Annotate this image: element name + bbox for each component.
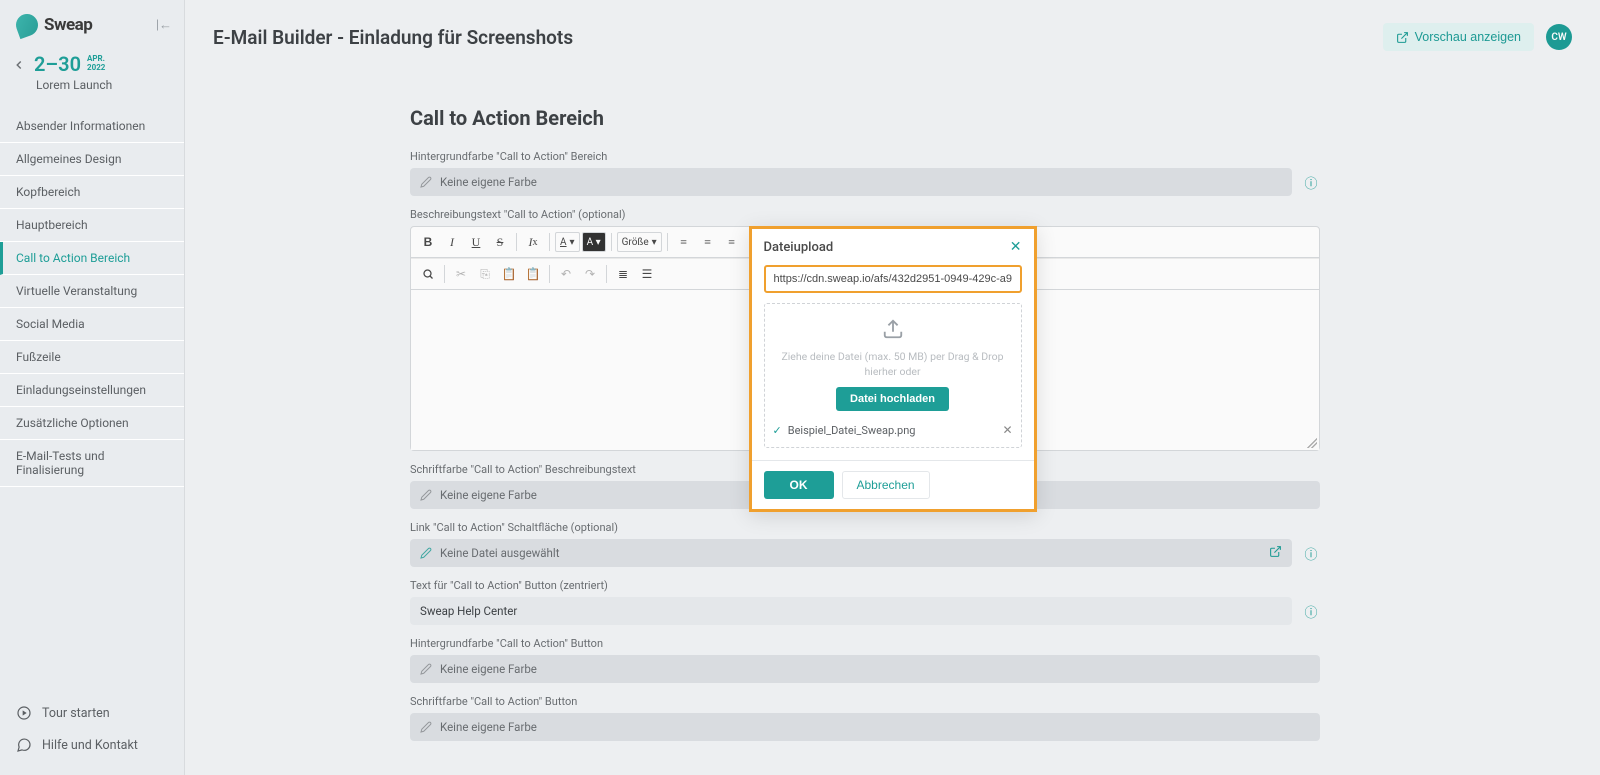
- nav-cta[interactable]: Call to Action Bereich: [0, 242, 184, 275]
- url-input[interactable]: [764, 265, 1022, 293]
- sidebar: Sweap |← 2–30 APR. 2022 Lorem Launch Abs…: [0, 0, 185, 775]
- tour-link[interactable]: Tour starten: [0, 697, 184, 729]
- nav-fusszeile[interactable]: Fußzeile: [0, 341, 184, 374]
- remove-file-button[interactable]: ✕: [1002, 423, 1012, 437]
- logo[interactable]: Sweap: [16, 14, 92, 36]
- event-year: 2022: [87, 64, 105, 73]
- logo-bar: Sweap |←: [0, 0, 184, 46]
- nav-absender[interactable]: Absender Informationen: [0, 110, 184, 143]
- logo-icon: [13, 11, 41, 39]
- nav-optionen[interactable]: Zusätzliche Optionen: [0, 407, 184, 440]
- dialog-close-button[interactable]: ✕: [1010, 239, 1022, 255]
- sidebar-collapse-icon[interactable]: |←: [156, 17, 172, 33]
- brand-name: Sweap: [44, 15, 92, 35]
- sidebar-nav: Absender Informationen Allgemeines Desig…: [0, 102, 184, 697]
- upload-icon: [773, 318, 1013, 344]
- uploaded-file-name: Beispiel_Datei_Sweap.png: [788, 424, 916, 437]
- upload-button[interactable]: Datei hochladen: [836, 387, 949, 411]
- back-button[interactable]: [12, 58, 26, 76]
- help-label: Hilfe und Kontakt: [42, 738, 138, 753]
- help-link[interactable]: Hilfe und Kontakt: [0, 729, 184, 761]
- nav-einladung[interactable]: Einladungseinstellungen: [0, 374, 184, 407]
- event-header: 2–30 APR. 2022 Lorem Launch: [0, 46, 184, 102]
- sidebar-footer: Tour starten Hilfe und Kontakt: [0, 697, 184, 775]
- event-name: Lorem Launch: [36, 78, 112, 92]
- check-icon: ✓: [773, 424, 782, 437]
- event-date-range: 2–30: [34, 52, 81, 76]
- nav-hauptbereich[interactable]: Hauptbereich: [0, 209, 184, 242]
- dropzone-text: Ziehe deine Datei (max. 50 MB) per Drag …: [773, 350, 1013, 379]
- ok-button[interactable]: OK: [764, 471, 834, 499]
- cancel-button[interactable]: Abbrechen: [842, 471, 930, 499]
- chat-icon: [16, 737, 32, 753]
- nav-social[interactable]: Social Media: [0, 308, 184, 341]
- main: E-Mail Builder - Einladung für Screensho…: [185, 0, 1600, 775]
- play-icon: [16, 705, 32, 721]
- dialog-title: Dateiupload: [764, 240, 834, 255]
- nav-design[interactable]: Allgemeines Design: [0, 143, 184, 176]
- nav-tests[interactable]: E-Mail-Tests und Finalisierung: [0, 440, 184, 487]
- file-upload-dialog: Dateiupload ✕ Ziehe deine Datei (max. 50…: [749, 226, 1037, 512]
- nav-kopfbereich[interactable]: Kopfbereich: [0, 176, 184, 209]
- tour-label: Tour starten: [42, 706, 110, 721]
- dropzone[interactable]: Ziehe deine Datei (max. 50 MB) per Drag …: [764, 303, 1022, 448]
- nav-virtuelle[interactable]: Virtuelle Veranstaltung: [0, 275, 184, 308]
